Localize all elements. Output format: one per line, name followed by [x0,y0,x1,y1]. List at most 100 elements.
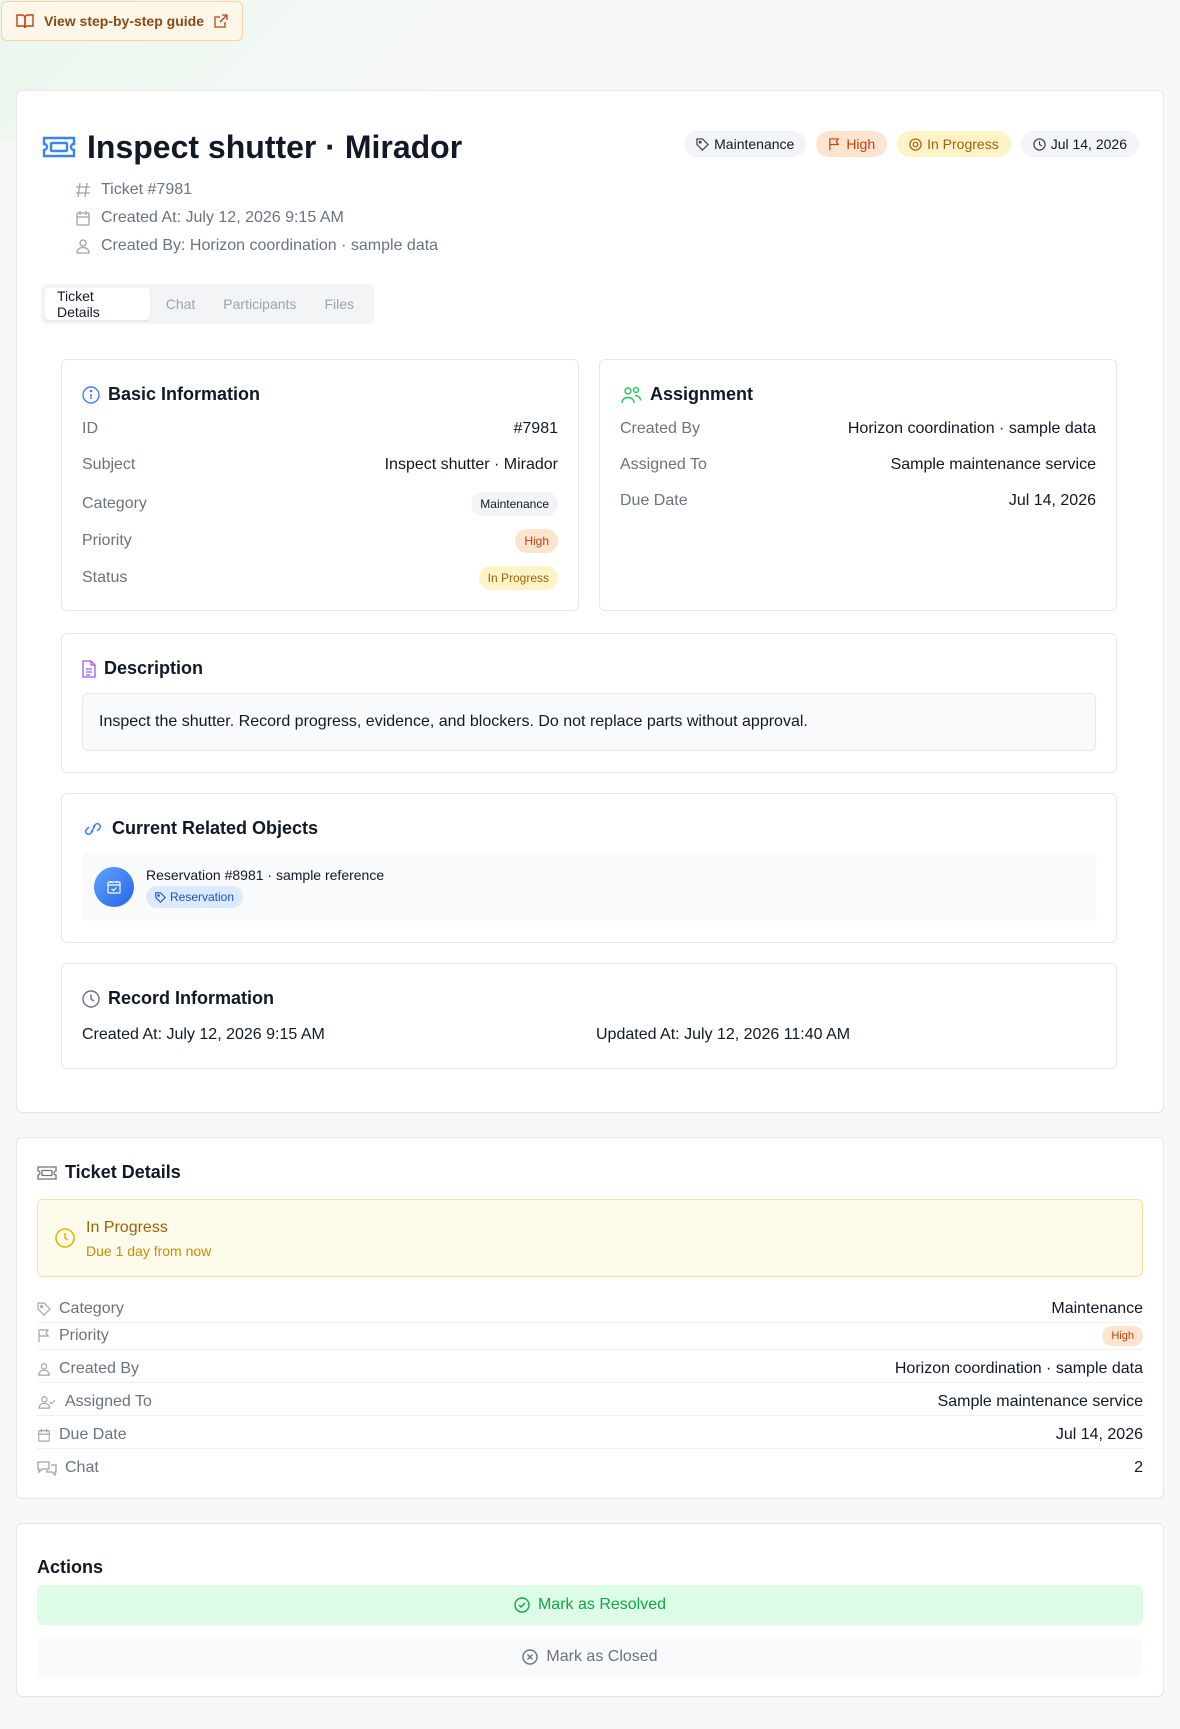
description-panel: Description Inspect the shutter. Record … [61,633,1117,773]
status-banner-due-note: Due 1 day from now [86,1243,212,1259]
tag-icon [37,1301,51,1316]
external-link-icon [214,14,228,28]
info-label: Category [82,495,147,512]
related-object-tag: Reservation [146,886,244,908]
related-object-item[interactable]: Reservation #8981 · sample reference Res… [82,853,1096,921]
assignment-heading: Assignment [620,384,753,405]
detail-label-text: Created By [59,1359,140,1377]
description-text: Inspect the shutter. Record progress, ev… [82,693,1096,751]
info-row-category: Category Maintenance [82,492,558,516]
info-row-subject: Subject Inspect shutter · Mirador [82,456,558,474]
info-label: Priority [82,532,132,549]
record-information-title: Record Information [108,988,275,1008]
status-badge: In Progress [897,131,1011,157]
created-by-meta: Created By: Horizon coordination · sampl… [75,237,438,255]
category-badge-label: Maintenance [714,136,795,152]
mark-resolved-button[interactable]: Mark as Resolved [37,1585,1143,1625]
detail-label: Chat [37,1459,99,1477]
detail-value: Maintenance [1051,1299,1143,1317]
calendar-check-icon [107,880,121,894]
priority-pill: High [1102,1325,1143,1346]
ticket-details-title: Ticket Details [65,1162,181,1182]
detail-row-assigned-to: Assigned To Sample maintenance service [37,1388,1143,1416]
tab-chat[interactable]: Chat [154,288,208,320]
calendar-icon [37,1428,51,1442]
info-label: Subject [82,456,136,473]
detail-row-created-by: Created By Horizon coordination · sample… [37,1355,1143,1383]
ticket-icon [41,135,77,159]
created-at-meta: Created At: July 12, 2026 9:15 AM [75,209,344,227]
chat-count: 2 [1134,1459,1143,1476]
status-pill: In Progress [478,566,558,590]
reservation-avatar [94,867,134,907]
ticket-details-heading: Ticket Details [37,1162,181,1183]
user-icon [37,1362,51,1376]
detail-label-text: Priority [59,1326,109,1344]
related-objects-heading: Current Related Objects [82,818,318,839]
detail-label-text: Category [59,1299,124,1317]
assignment-title: Assignment [650,384,754,404]
view-guide-label: View step-by-step guide [44,13,204,29]
assignment-label: Created By [620,420,701,437]
user-icon [75,238,91,254]
related-object-tag-label: Reservation [170,890,235,904]
view-guide-button[interactable]: View step-by-step guide [1,1,243,41]
flag-icon [828,137,841,151]
clock-icon [82,989,100,1008]
detail-label: Due Date [37,1426,127,1444]
tag-icon [696,137,710,151]
book-icon [16,13,34,29]
ticket-number-text: Ticket #7981 [101,181,193,198]
assignment-label: Assigned To [620,456,707,473]
category-badge: Maintenance [684,131,807,157]
mark-resolved-label: Mark as Resolved [537,1596,667,1613]
status-banner-title: In Progress [86,1219,168,1236]
actions-card: Actions Mark as Resolved Mark as Closed [16,1523,1164,1697]
info-value: Inspect shutter · Mirador [384,456,558,473]
page-title: Inspect shutter · Mirador [87,129,463,165]
description-heading: Description [82,658,203,679]
record-information-panel: Record Information Created At: July 12, … [61,963,1117,1069]
record-updated-at: Updated At: July 12, 2026 11:40 AM [596,1026,851,1043]
check-circle-icon [514,1597,530,1613]
status-badge-label: In Progress [927,136,999,152]
due-date-badge-label: Jul 14, 2026 [1050,136,1127,152]
tag-icon [155,891,166,903]
related-objects-title: Current Related Objects [112,818,319,838]
record-information-heading: Record Information [82,988,274,1009]
detail-label-text: Chat [65,1459,99,1476]
assignment-row-assigned-to: Assigned To Sample maintenance service [620,456,1096,474]
assignment-value: Jul 14, 2026 [1008,492,1096,509]
detail-label-text: Assigned To [65,1392,152,1410]
assignment-label: Due Date [620,492,688,509]
created-by-text: Created By: Horizon coordination · sampl… [101,237,439,254]
flag-icon [37,1328,51,1343]
detail-label: Category [37,1300,124,1318]
detail-row-priority: Priority High [37,1322,1143,1350]
info-label: Status [82,569,128,586]
tab-files[interactable]: Files [312,288,366,320]
calendar-icon [75,210,91,226]
info-icon [82,385,100,404]
category-pill: Maintenance [471,492,558,516]
actions-title: Actions [37,1557,104,1577]
mark-closed-button[interactable]: Mark as Closed [37,1637,1143,1677]
tab-participants[interactable]: Participants [211,288,308,320]
detail-label-text: Due Date [59,1425,127,1443]
assignment-row-created-by: Created By Horizon coordination · sample… [620,420,1096,438]
user-check-icon [37,1395,57,1409]
detail-row-chat: Chat 2 [37,1454,1143,1482]
ticket-details-card: Ticket Details In Progress Due 1 day fro… [16,1137,1164,1499]
info-row-id: ID #7981 [82,420,558,438]
detail-row-due-date: Due Date Jul 14, 2026 [37,1421,1143,1449]
ticket-card: Inspect shutter · Mirador Maintenance Hi… [16,90,1164,1113]
priority-pill: High [515,529,558,553]
header-badges: Maintenance High In Progress Jul 14, 202… [684,131,1139,157]
status-circle-icon [909,137,922,151]
info-label: ID [82,420,98,437]
assignment-value: Sample maintenance service [890,456,1096,473]
tab-ticket-details[interactable]: Ticket Details [45,288,150,320]
assignment-panel: Assignment Created By Horizon coordinati… [599,359,1117,611]
info-row-priority: Priority High [82,529,558,553]
x-circle-icon [522,1649,539,1665]
